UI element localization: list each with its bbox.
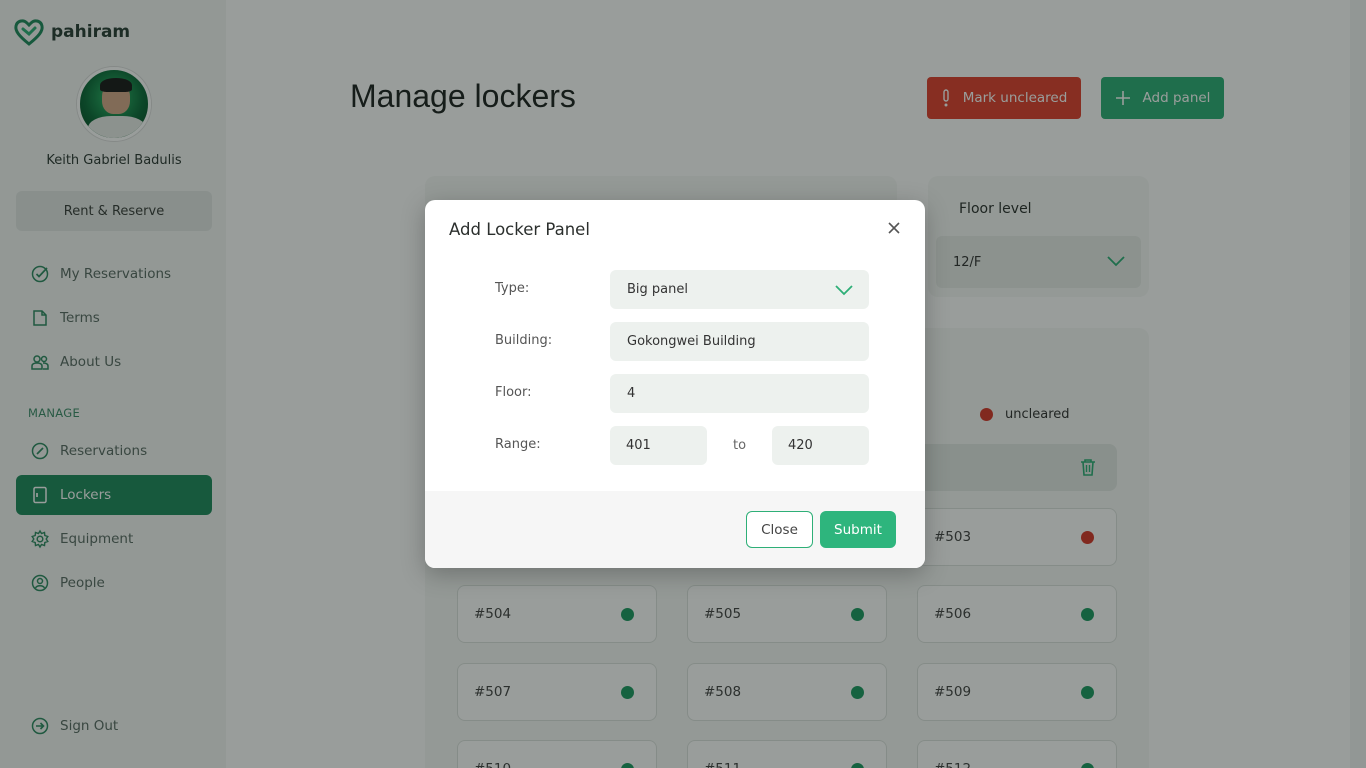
floor-label: Floor:: [495, 385, 532, 400]
dialog-footer: Close Submit: [425, 491, 925, 568]
type-label: Type:: [495, 281, 530, 296]
building-label: Building:: [495, 333, 553, 348]
building-field[interactable]: Gokongwei Building: [610, 322, 869, 361]
range-to-value: 420: [788, 438, 813, 453]
close-icon[interactable]: [885, 219, 903, 237]
range-label: Range:: [495, 437, 541, 452]
chevron-down-icon: [835, 285, 853, 296]
range-to-label: to: [733, 438, 747, 453]
submit-button[interactable]: Submit: [820, 511, 896, 548]
floor-value: 4: [627, 386, 636, 401]
dialog-title: Add Locker Panel: [449, 220, 590, 239]
add-locker-panel-dialog: Add Locker Panel Type: Big panel Buildin…: [425, 200, 925, 568]
floor-field[interactable]: 4: [610, 374, 869, 413]
range-to-field[interactable]: 420: [772, 426, 869, 465]
type-value: Big panel: [627, 282, 688, 297]
range-from-value: 401: [626, 438, 651, 453]
type-select[interactable]: Big panel: [610, 270, 869, 309]
range-from-field[interactable]: 401: [610, 426, 707, 465]
building-value: Gokongwei Building: [627, 334, 756, 349]
close-button[interactable]: Close: [746, 511, 813, 548]
